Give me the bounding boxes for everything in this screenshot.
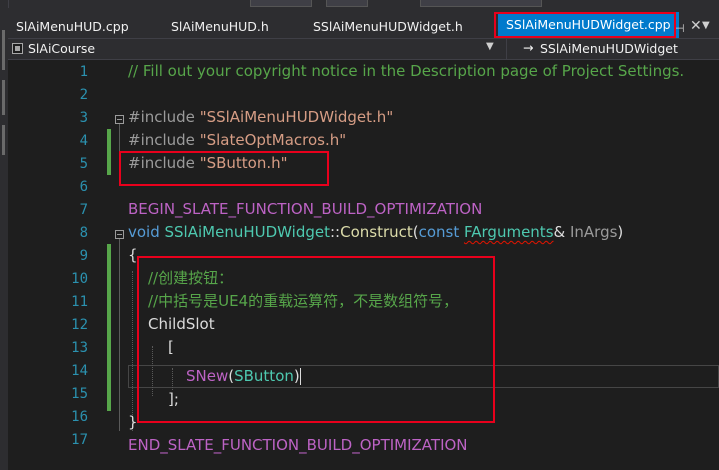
sidebar-tab-properties[interactable]	[2, 125, 5, 155]
code-line-16: }	[128, 413, 138, 431]
member-label: SSlAiMenuHUDWidget	[540, 41, 678, 56]
tab-sslaimenuhudwidget-cpp[interactable]: SSlAiMenuHUDWidget.cpp	[498, 12, 679, 38]
code-line-8: void SSlAiMenuHUDWidget::Construct(const…	[128, 221, 623, 244]
indent-guide	[132, 271, 133, 431]
code-line-11: //中括号是UE4的重载运算符，不是数组符号，	[148, 292, 459, 310]
sidebar-tab-toolbox[interactable]	[2, 80, 5, 115]
line-number: 16	[71, 409, 88, 425]
toolbar-debugger-dropdown[interactable]	[420, 0, 542, 7]
code-line-15: ];	[168, 390, 179, 408]
sidebar-tab-server-explorer[interactable]	[2, 30, 5, 70]
line-number: 17	[71, 432, 88, 448]
preprocessor-directive: #include	[128, 108, 200, 126]
macro-call: SNew	[186, 367, 229, 385]
project-icon	[12, 43, 23, 54]
member-arrow-icon: →	[523, 40, 534, 55]
line-number: 9	[79, 248, 88, 264]
tab-slaimenuhud-h[interactable]: SlAiMenuHUD.h	[171, 16, 269, 38]
fold-guide	[119, 239, 120, 431]
code-line-3: #include "SSlAiMenuHUDWidget.h"	[128, 106, 393, 129]
navigation-bar: SlAiCourse ▼ → SSlAiMenuHUDWidget	[8, 38, 719, 60]
code-line-13: [	[168, 338, 174, 356]
line-number: 8	[79, 225, 88, 241]
keyword: void	[128, 223, 165, 241]
toolbar-config-dropdown[interactable]	[250, 0, 312, 7]
tab-list-dropdown-icon[interactable]: ▼	[702, 20, 710, 31]
line-number: 12	[71, 317, 88, 333]
include-path: "SButton.h"	[199, 154, 288, 172]
tab-sslaimenuhudwidget-h[interactable]: SSlAiMenuHUDWidget.h	[313, 16, 463, 38]
code-editor[interactable]: 1 2 3 4 5 6 7 8 9 10 11 12 13 14 15 16 1…	[8, 60, 719, 470]
parameter-name: InArgs	[569, 223, 618, 241]
code-line-17: END_SLATE_FUNCTION_BUILD_OPTIMIZATION	[128, 436, 468, 454]
line-number: 13	[71, 340, 88, 356]
code-line-5: #include "SButton.h"	[128, 152, 288, 175]
line-number: 5	[79, 156, 88, 172]
scope-dropdown[interactable]: SlAiCourse ▼	[8, 39, 498, 60]
include-path: "SSlAiMenuHUDWidget.h"	[199, 108, 394, 126]
fold-guide	[119, 124, 120, 170]
keyword: const	[418, 223, 465, 241]
collapse-icon[interactable]	[115, 115, 124, 124]
document-tab-bar: SlAiMenuHUD.cpp SlAiMenuHUD.h SSlAiMenuH…	[8, 8, 719, 38]
include-path: "SlateOptMacros.h"	[199, 131, 347, 149]
type-name: SButton	[234, 367, 294, 385]
preprocessor-directive: #include	[128, 131, 200, 149]
function-name: Construct	[340, 223, 413, 241]
line-number: 2	[79, 87, 88, 103]
line-number: 14	[71, 363, 88, 379]
code-line-9: {	[128, 246, 138, 264]
scope-operator: ::	[329, 223, 341, 241]
line-number: 10	[71, 271, 88, 287]
collapse-icon[interactable]	[115, 230, 124, 239]
preprocessor-directive: #include	[128, 154, 200, 172]
line-number: 7	[79, 202, 88, 218]
code-line-4: #include "SlateOptMacros.h"	[128, 129, 346, 152]
toolbar-platform-dropdown[interactable]	[326, 0, 368, 7]
toolbar-strip	[0, 0, 719, 8]
indent-guide	[152, 346, 153, 396]
line-number: 15	[71, 386, 88, 402]
chevron-down-icon: ▼	[486, 41, 494, 52]
paren: )	[617, 223, 624, 241]
indent-guide	[172, 368, 173, 390]
code-line-12: ChildSlot	[148, 315, 215, 333]
line-number: 6	[79, 179, 88, 195]
text-caret	[299, 368, 301, 385]
code-line-10: //创建按钮：	[148, 269, 234, 287]
change-marker	[107, 129, 111, 175]
scope-label: SlAiCourse	[28, 41, 96, 56]
code-line-7: BEGIN_SLATE_FUNCTION_BUILD_OPTIMIZATION	[128, 200, 483, 218]
line-number: 4	[79, 133, 88, 149]
reference-operator: &	[553, 223, 570, 241]
type-name-error: FArguments	[464, 223, 554, 241]
close-tab-icon[interactable]: ✕	[690, 18, 702, 34]
line-number-gutter: 1 2 3 4 5 6 7 8 9 10 11 12 13 14 15 16 1…	[8, 60, 104, 470]
change-marker	[107, 244, 111, 411]
line-number: 1	[79, 64, 88, 80]
pin-tab-icon[interactable]: ⊣	[675, 22, 685, 35]
line-number: 11	[71, 294, 88, 310]
line-number: 3	[79, 110, 88, 126]
class-name: SSlAiMenuHUDWidget	[164, 223, 330, 241]
member-dropdown[interactable]: → SSlAiMenuHUDWidget	[506, 39, 719, 60]
tab-slaimenuhud-cpp[interactable]: SlAiMenuHUD.cpp	[16, 16, 129, 38]
code-line-1: // Fill out your copyright notice in the…	[128, 62, 685, 80]
code-line-14: SNew(SButton)	[186, 365, 301, 388]
